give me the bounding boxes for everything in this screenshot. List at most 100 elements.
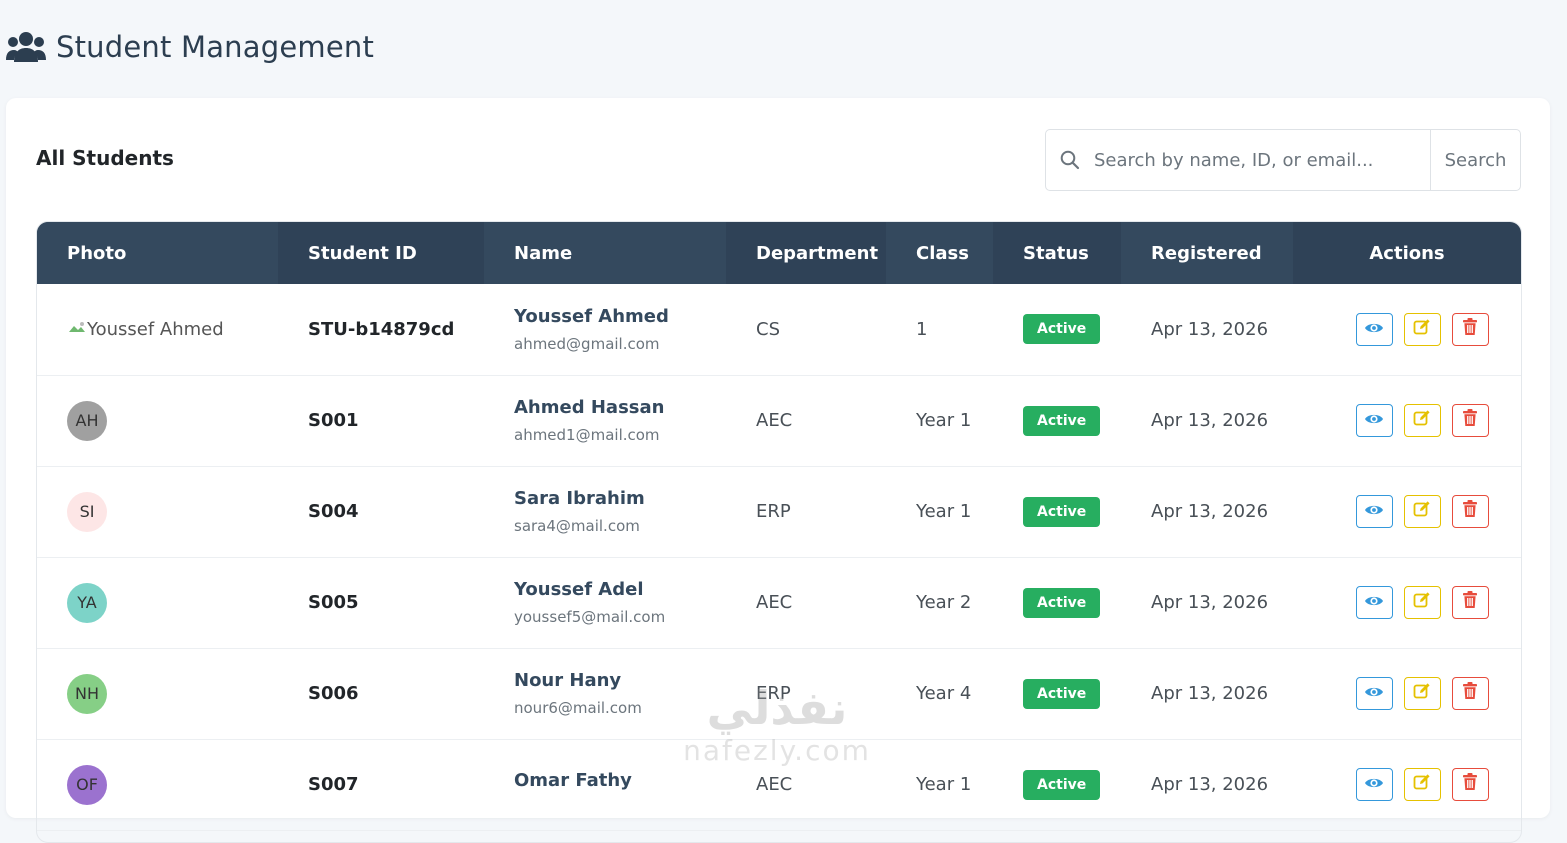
column-header-status[interactable]: Status <box>993 222 1121 284</box>
eye-icon <box>1364 774 1384 795</box>
view-button[interactable] <box>1355 495 1393 528</box>
students-card: All Students Search Photo Student ID Nam… <box>6 98 1550 843</box>
cell-class: Year 4 <box>916 683 972 704</box>
student-email: ahmed1@mail.com <box>514 426 660 444</box>
cell-actions <box>1293 648 1521 739</box>
cell-student-id: S006 <box>308 683 359 704</box>
trash-icon <box>1462 682 1478 705</box>
cell-actions <box>1293 466 1521 557</box>
row-actions <box>1323 677 1521 710</box>
delete-button[interactable] <box>1451 495 1489 528</box>
card-title: All Students <box>36 146 174 170</box>
view-button[interactable] <box>1355 404 1393 437</box>
view-button[interactable] <box>1355 312 1393 346</box>
student-name: Omar Fathy <box>514 770 632 791</box>
photo-alt-text: Youssef Ahmed <box>87 318 224 340</box>
status-badge: Active <box>1023 314 1101 345</box>
student-email: youssef5@mail.com <box>514 608 666 626</box>
delete-button[interactable] <box>1451 404 1489 437</box>
cell-name: Youssef Ahmed ahmed@gmail.com <box>484 284 726 375</box>
cell-name: Nour Hany nour6@mail.com <box>484 648 726 739</box>
column-header-department[interactable]: Department <box>726 222 886 284</box>
cell-class: Year 1 <box>916 410 972 431</box>
status-badge: Active <box>1023 769 1101 800</box>
status-badge: Active <box>1023 405 1101 436</box>
cell-status: Active <box>993 648 1121 739</box>
cell-name: Ahmed Hassan ahmed1@mail.com <box>484 375 726 466</box>
avatar-initials: SI <box>79 502 95 521</box>
trash-icon <box>1462 773 1478 796</box>
table-row: AH S001 Ahmed Hassan ahmed1@mail.com AEC Year… <box>37 375 1521 466</box>
eye-icon <box>1364 319 1384 340</box>
users-icon <box>6 32 46 62</box>
search-icon <box>1046 130 1094 190</box>
column-header-student-id[interactable]: Student ID <box>278 222 484 284</box>
cell-student-id: S004 <box>308 501 359 522</box>
edit-button[interactable] <box>1403 404 1441 437</box>
cell-registered: Apr 13, 2026 <box>1151 683 1269 704</box>
cell-student-id: S001 <box>308 410 359 431</box>
cell-class: Year 1 <box>916 501 972 522</box>
student-name: Nour Hany <box>514 670 622 691</box>
eye-icon <box>1364 683 1384 704</box>
avatar: NH <box>67 673 107 714</box>
edit-button[interactable] <box>1403 312 1441 346</box>
column-header-photo[interactable]: Photo <box>37 222 278 284</box>
avatar: OF <box>67 764 107 805</box>
edit-button[interactable] <box>1403 677 1441 710</box>
cell-photo: AH <box>37 375 278 466</box>
delete-button[interactable] <box>1451 768 1489 801</box>
table-header-row: Photo Student ID Name Department Class S… <box>37 222 1521 284</box>
cell-registered: Apr 13, 2026 <box>1151 410 1269 431</box>
page-title: Student Management <box>56 30 375 64</box>
column-header-name[interactable]: Name <box>484 222 726 284</box>
cell-photo: Youssef Ahmed <box>37 284 278 375</box>
eye-icon <box>1364 592 1384 613</box>
student-name: Youssef Adel <box>514 579 644 600</box>
view-button[interactable] <box>1355 677 1393 710</box>
column-header-class[interactable]: Class <box>886 222 993 284</box>
search-input[interactable] <box>1094 130 1430 190</box>
status-badge: Active <box>1023 678 1101 709</box>
cell-name: Omar Fathy <box>484 739 726 830</box>
cell-class: Year 1 <box>916 774 972 795</box>
status-badge: Active <box>1023 587 1101 618</box>
cell-student-id: STU-b14879cd <box>308 318 455 340</box>
cell-class: Year 2 <box>916 592 972 613</box>
delete-button[interactable] <box>1451 677 1489 710</box>
edit-button[interactable] <box>1403 586 1441 619</box>
broken-image-icon <box>67 319 87 340</box>
edit-button[interactable] <box>1403 495 1441 528</box>
avatar-initials: NH <box>75 684 99 703</box>
column-header-registered[interactable]: Registered <box>1121 222 1293 284</box>
page-header: Student Management <box>6 26 374 68</box>
cell-department: AEC <box>756 592 793 613</box>
table-row: OF S007 Omar Fathy AEC Year 1 Active Apr 13, 2… <box>37 739 1521 830</box>
avatar: AH <box>67 400 107 441</box>
cell-class: 1 <box>916 318 928 340</box>
trash-icon <box>1462 500 1478 523</box>
status-badge: Active <box>1023 496 1101 527</box>
cell-department: ERP <box>756 683 791 704</box>
avatar: SI <box>67 491 107 532</box>
student-name: Youssef Ahmed <box>514 305 669 327</box>
column-header-actions: Actions <box>1369 242 1445 264</box>
edit-icon <box>1413 591 1431 614</box>
search-button[interactable]: Search <box>1430 130 1520 190</box>
trash-icon <box>1462 409 1478 432</box>
eye-icon <box>1364 501 1384 522</box>
cell-department: AEC <box>756 410 793 431</box>
avatar-initials: OF <box>76 775 98 794</box>
cell-status: Active <box>993 284 1121 375</box>
edit-button[interactable] <box>1403 768 1441 801</box>
view-button[interactable] <box>1355 768 1393 801</box>
row-actions <box>1323 768 1521 801</box>
trash-icon <box>1462 591 1478 614</box>
view-button[interactable] <box>1355 586 1393 619</box>
delete-button[interactable] <box>1451 312 1489 346</box>
table-row: NH S006 Nour Hany nour6@mail.com ERP Year 4 Ac… <box>37 648 1521 739</box>
student-email: sara4@mail.com <box>514 517 640 535</box>
edit-icon <box>1413 318 1431 341</box>
row-actions <box>1323 404 1521 437</box>
delete-button[interactable] <box>1451 586 1489 619</box>
